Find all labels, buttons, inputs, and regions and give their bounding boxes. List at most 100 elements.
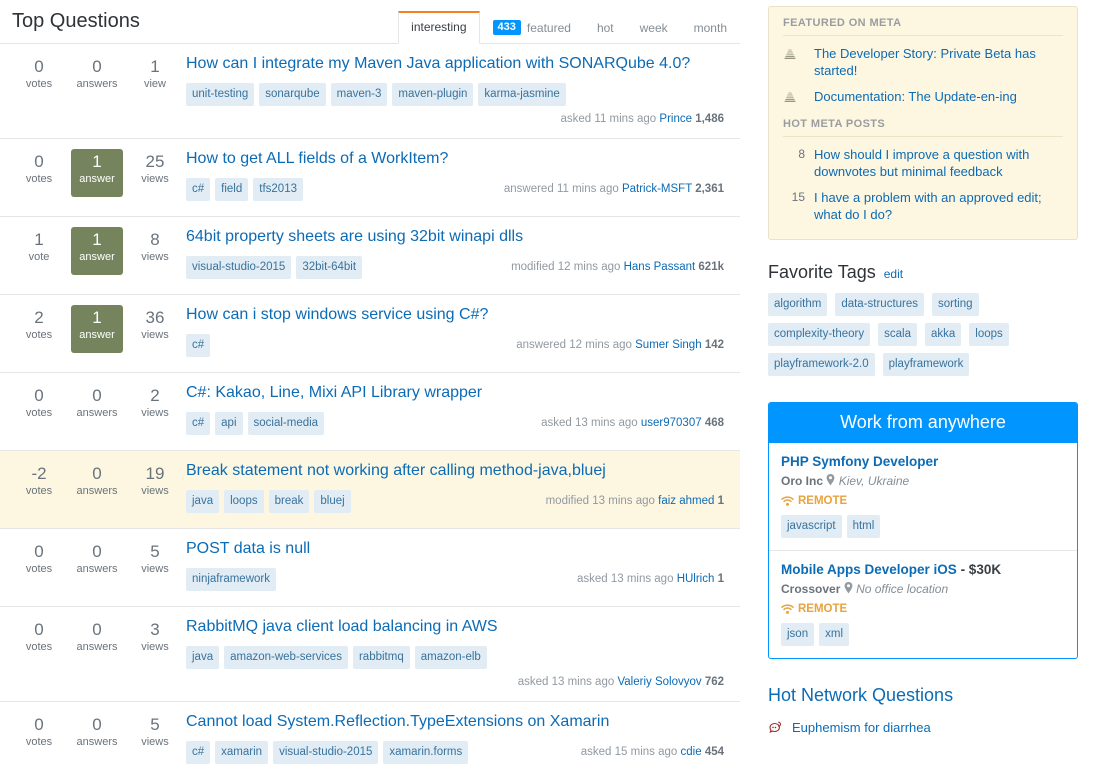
views-label: views (141, 329, 169, 341)
hot-meta-link[interactable]: I have a problem with an approved edit; … (814, 189, 1063, 223)
views-count: 25 (145, 152, 165, 171)
question-tag[interactable]: visual-studio-2015 (186, 256, 292, 279)
question-tag[interactable]: java (186, 646, 220, 669)
question-tag[interactable]: karma-jasmine (478, 83, 566, 106)
question-author-link[interactable]: HUlrich (677, 573, 715, 585)
question-tag[interactable]: break (268, 490, 310, 513)
question-author-link[interactable]: Sumer Singh (635, 339, 701, 351)
favorite-tag[interactable]: data-structures (835, 293, 925, 316)
question-title-link[interactable]: 64bit property sheets are using 32bit wi… (186, 227, 724, 247)
question-author-link[interactable]: Hans Passant (624, 261, 696, 273)
question-row: 0 votes 0 answers 3 views RabbitMQ java client… (0, 607, 740, 702)
featured-meta-item[interactable]: Documentation: The Update-en-ing (783, 83, 1063, 109)
question-tag[interactable]: maven-3 (330, 83, 388, 106)
question-tag[interactable]: sonarqube (259, 83, 326, 106)
question-tag[interactable]: 32bit-64bit (296, 256, 363, 279)
favorite-tag[interactable]: playframework-2.0 (768, 353, 875, 376)
question-author-link[interactable]: faiz ahmed (658, 495, 714, 507)
question-author-link[interactable]: cdie (681, 746, 702, 758)
tab-hot[interactable]: hot (584, 12, 627, 44)
favorite-tag[interactable]: algorithm (768, 293, 828, 316)
question-author-link[interactable]: Valeriy Solovyov (617, 676, 701, 688)
favorite-tag[interactable]: sorting (932, 293, 979, 316)
question-summary: Cannot load System.Reflection.TypeExtens… (186, 712, 728, 769)
question-tag[interactable]: amazon-elb (414, 646, 487, 669)
job-tag[interactable]: json (781, 623, 815, 646)
views-stat: 19 views (126, 461, 184, 518)
question-author-link[interactable]: user970307 (641, 417, 702, 429)
question-action: asked (517, 676, 549, 688)
question-author-link[interactable]: Patrick-MSFT (622, 183, 692, 195)
question-tag[interactable]: ninjaframework (186, 568, 276, 591)
job-tag[interactable]: xml (819, 623, 849, 646)
job-title-text: Mobile Apps Developer iOS (781, 562, 957, 577)
tab-month[interactable]: month (681, 12, 740, 44)
question-author-reputation: 1,486 (695, 113, 724, 125)
question-footer: java loops break bluej modified 13 mins ago … (186, 490, 724, 513)
featured-meta-item[interactable]: The Developer Story: Private Beta has st… (783, 40, 1063, 83)
job-listing[interactable]: PHP Symfony Developer Oro Inc Kiev, Ukra… (769, 443, 1077, 551)
question-tag[interactable]: unit-testing (186, 83, 255, 106)
question-title-link[interactable]: Cannot load System.Reflection.TypeExtens… (186, 712, 724, 732)
job-title-link[interactable]: Mobile Apps Developer iOS - $30K (781, 561, 1065, 578)
views-stat: 1 view (126, 54, 184, 128)
featured-meta-link[interactable]: The Developer Story: Private Beta has st… (814, 45, 1063, 79)
location-pin-icon (826, 474, 835, 486)
question-title-link[interactable]: How can I integrate my Maven Java applic… (186, 54, 724, 74)
question-title-link[interactable]: How can i stop windows service using C#? (186, 305, 724, 325)
question-time: 12 mins ago (569, 339, 632, 351)
votes-count: 0 (34, 620, 44, 639)
question-title-link[interactable]: RabbitMQ java client load balancing in A… (186, 617, 724, 637)
job-listing[interactable]: Mobile Apps Developer iOS - $30K Crossove… (769, 551, 1077, 658)
answers-stat: 1 answer (71, 149, 123, 197)
job-title-link[interactable]: PHP Symfony Developer (781, 453, 1065, 470)
question-tag[interactable]: maven-plugin (392, 83, 474, 106)
hot-network-question-item[interactable]: Euphemism for diarrhea (768, 716, 1078, 740)
question-tag[interactable]: loops (224, 490, 264, 513)
question-tag[interactable]: c# (186, 178, 211, 201)
question-author-link[interactable]: Prince (659, 113, 692, 125)
hot-network-questions-title[interactable]: Hot Network Questions (768, 685, 1078, 706)
question-tag[interactable]: visual-studio-2015 (273, 741, 379, 764)
job-list: PHP Symfony Developer Oro Inc Kiev, Ukra… (769, 443, 1077, 658)
question-tag[interactable]: rabbitmq (352, 646, 410, 669)
question-title-link[interactable]: C#: Kakao, Line, Mixi API Library wrappe… (186, 383, 724, 403)
tab-week[interactable]: week (627, 12, 681, 44)
question-tag[interactable]: xamarin (215, 741, 269, 764)
question-tag[interactable]: social-media (247, 412, 325, 435)
question-title-link[interactable]: POST data is null (186, 539, 724, 559)
meta-broadcast-icon (783, 45, 805, 61)
featured-on-meta-heading: FEATURED ON META (783, 17, 1063, 36)
question-title-link[interactable]: How to get ALL fields of a WorkItem? (186, 149, 724, 169)
job-tag[interactable]: html (846, 515, 881, 538)
question-tag[interactable]: tfs2013 (253, 178, 303, 201)
question-title-link[interactable]: Break statement not working after callin… (186, 461, 724, 481)
question-tag[interactable]: java (186, 490, 220, 513)
tab-featured[interactable]: 433 featured (480, 11, 584, 44)
question-tag[interactable]: c# (186, 741, 211, 764)
featured-meta-link[interactable]: Documentation: The Update-en-ing (814, 88, 1063, 105)
favorite-tag[interactable]: playframework (882, 353, 970, 376)
tab-interesting[interactable]: interesting (398, 11, 480, 44)
question-tag[interactable]: c# (186, 334, 211, 357)
question-tag[interactable]: api (215, 412, 243, 435)
favorite-tag[interactable]: loops (969, 323, 1009, 346)
question-tag[interactable]: xamarin.forms (383, 741, 469, 764)
votes-label: votes (25, 563, 53, 575)
job-tag[interactable]: javascript (781, 515, 842, 538)
question-footer: unit-testing sonarqube maven-3 maven-plugin… (186, 83, 724, 128)
favorite-tag[interactable]: complexity-theory (768, 323, 871, 346)
hot-meta-link[interactable]: How should I improve a question with dow… (814, 146, 1063, 180)
question-tag[interactable]: c# (186, 412, 211, 435)
favorite-tag[interactable]: scala (878, 323, 917, 346)
favorite-tag[interactable]: akka (924, 323, 962, 346)
votes-stat: 0 votes (10, 54, 68, 128)
question-tag[interactable]: field (215, 178, 249, 201)
hot-meta-item[interactable]: 8 How should I improve a question with d… (783, 141, 1063, 184)
hot-network-question-link[interactable]: Euphemism for diarrhea (792, 719, 931, 737)
favorite-tags-edit-link[interactable]: edit (884, 267, 903, 281)
question-tag[interactable]: amazon-web-services (224, 646, 348, 669)
question-time: 13 mins ago (575, 417, 638, 429)
hot-meta-item[interactable]: 15 I have a problem with an approved edi… (783, 184, 1063, 227)
question-tag[interactable]: bluej (314, 490, 351, 513)
